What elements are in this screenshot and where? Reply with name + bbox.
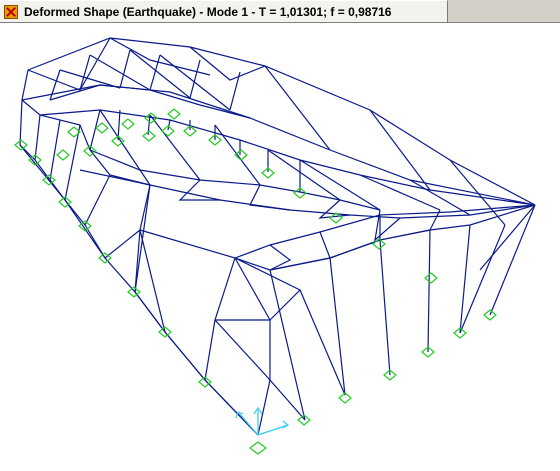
- global-axes-icon: [235, 406, 290, 436]
- model-viewport[interactable]: [0, 23, 560, 471]
- deformed-shape-view: [14, 37, 536, 455]
- model-window: Deformed Shape (Earthquake) - Mode 1 - T…: [0, 0, 560, 471]
- tab-strip: Deformed Shape (Earthquake) - Mode 1 - T…: [0, 0, 560, 23]
- support-symbols: [14, 108, 497, 455]
- frame-members: [19, 37, 536, 436]
- structure-app-icon: [4, 4, 18, 19]
- window-tab[interactable]: Deformed Shape (Earthquake) - Mode 1 - T…: [0, 0, 448, 22]
- window-title: Deformed Shape (Earthquake) - Mode 1 - T…: [24, 4, 392, 19]
